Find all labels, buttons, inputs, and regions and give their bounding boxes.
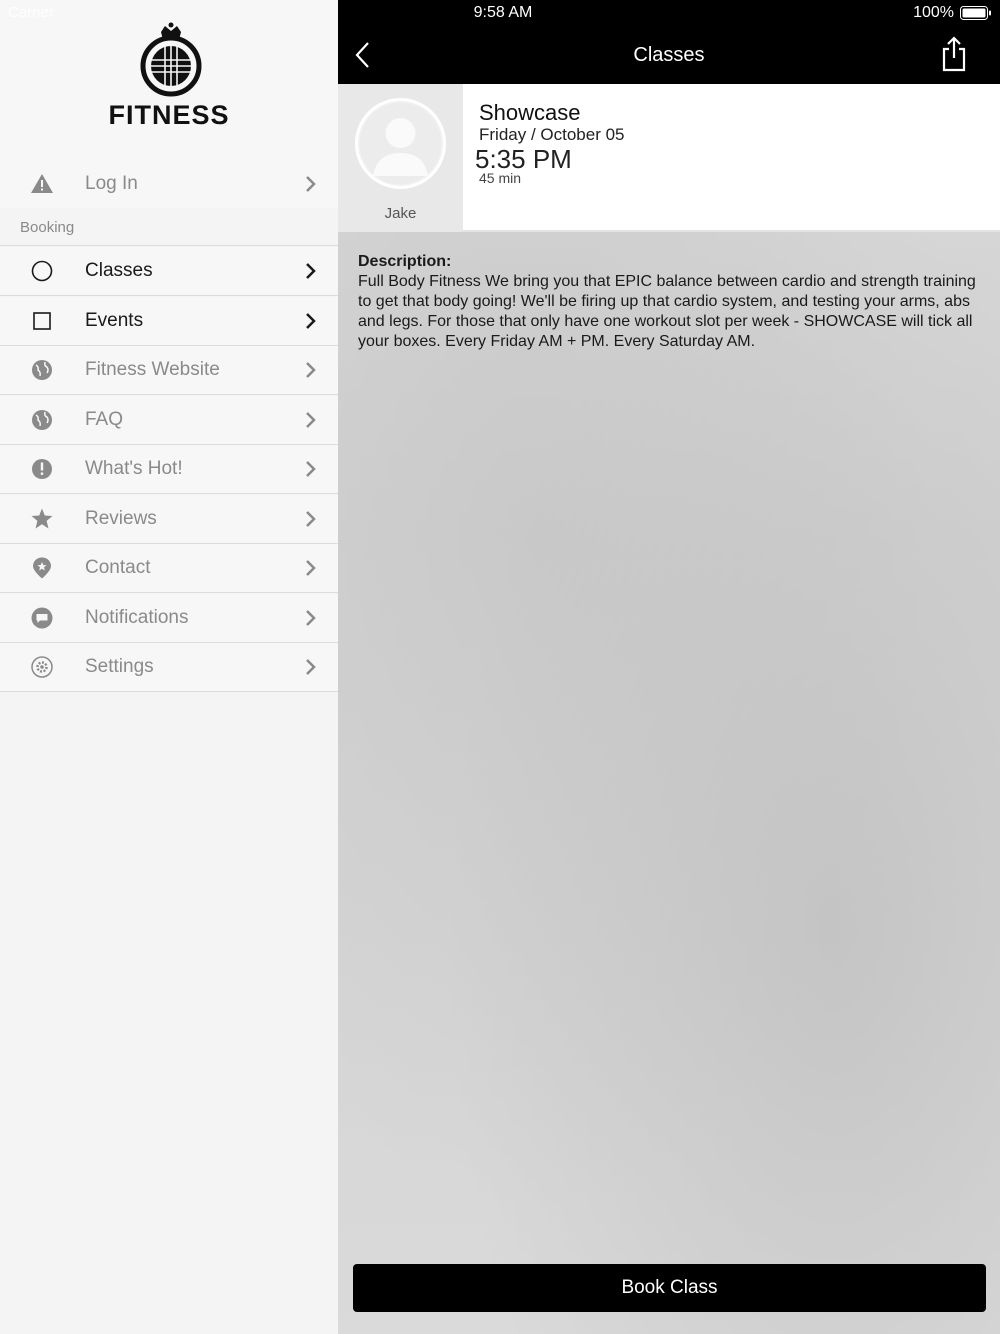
- section-header-booking: Booking: [0, 208, 338, 246]
- sidebar-item-events[interactable]: Events: [0, 297, 338, 346]
- description-text: Full Body Fitness We bring you that EPIC…: [358, 273, 976, 350]
- globe-icon: [32, 410, 52, 430]
- sidebar-item-label: FAQ: [85, 409, 124, 430]
- battery-percentage: 100%: [913, 4, 954, 21]
- class-duration: 45 min: [479, 170, 522, 186]
- navigation-bar: 9:58 AM 100% Classes: [338, 0, 1000, 84]
- class-detail-panel: 9:58 AM 100% Classes Jake Showcase Frida…: [338, 0, 1000, 1334]
- class-description: Description: Full Body Fitness We bring …: [358, 252, 978, 352]
- sidebar-item-label: Log In: [85, 173, 138, 194]
- logo-header: FITNESS: [0, 0, 338, 160]
- instructor-panel: Jake: [338, 84, 463, 232]
- star-icon: [31, 508, 53, 529]
- sidebar-item-label: Notifications: [85, 607, 189, 628]
- brand-logo-icon: [140, 22, 202, 97]
- sidebar-item-contact[interactable]: Contact: [0, 544, 338, 593]
- chevron-right-icon: [306, 263, 316, 279]
- section-label: Booking: [20, 219, 75, 236]
- square-icon: [33, 312, 51, 330]
- nav-title: Classes: [633, 44, 705, 66]
- chevron-right-icon: [306, 176, 316, 192]
- description-heading: Description:: [358, 253, 452, 270]
- instructor-name: Jake: [384, 205, 417, 222]
- class-title: Showcase: [479, 100, 581, 125]
- chevron-right-icon: [306, 461, 316, 477]
- chevron-right-icon: [306, 659, 316, 675]
- brand-name: FITNESS: [108, 100, 230, 130]
- exclamation-icon: [32, 459, 52, 479]
- chevron-right-icon: [306, 610, 316, 626]
- sidebar-item-label: Contact: [85, 557, 151, 578]
- sidebar-item-settings[interactable]: Settings: [0, 643, 338, 692]
- globe-icon: [32, 360, 52, 380]
- class-info-card: Jake Showcase Friday / October 05 5:35 P…: [338, 84, 1000, 232]
- status-time: 9:58 AM: [473, 4, 533, 21]
- class-date: Friday / October 05: [479, 125, 625, 144]
- circle-icon: [31, 260, 53, 282]
- sidebar-item-label: Events: [85, 310, 144, 331]
- chevron-right-icon: [306, 412, 316, 428]
- sidebar-item-reviews[interactable]: Reviews: [0, 495, 338, 544]
- sidebar-item-label: What's Hot!: [85, 458, 183, 479]
- sidebar-item-login[interactable]: Log In: [0, 160, 338, 209]
- sidebar-item-label: Reviews: [85, 508, 157, 529]
- sidebar-item-notifications[interactable]: Notifications: [0, 594, 338, 643]
- sidebar-item-fitness-website[interactable]: Fitness Website: [0, 346, 338, 395]
- side-menu: FITNESS Log In Booking Classes Events Fi…: [0, 0, 338, 1334]
- chevron-right-icon: [306, 511, 316, 527]
- share-icon[interactable]: [940, 36, 968, 72]
- sidebar-item-faq[interactable]: FAQ: [0, 396, 338, 445]
- sidebar-item-label: Settings: [85, 656, 154, 677]
- sidebar-item-label: Fitness Website: [85, 359, 220, 380]
- sidebar-item-classes[interactable]: Classes: [0, 247, 338, 296]
- gear-icon: [31, 656, 53, 678]
- status-carrier: Carrier: [8, 4, 54, 21]
- warning-icon: [31, 174, 53, 193]
- book-class-button[interactable]: Book Class: [353, 1264, 986, 1312]
- chevron-right-icon: [306, 313, 316, 329]
- sidebar-item-whats-hot[interactable]: What's Hot!: [0, 445, 338, 494]
- avatar-placeholder-icon: [355, 98, 446, 189]
- sidebar-item-label: Classes: [85, 260, 153, 281]
- chevron-right-icon: [306, 362, 316, 378]
- location-pin-icon: [33, 557, 51, 579]
- chevron-right-icon: [306, 560, 316, 576]
- battery-icon: [960, 6, 991, 20]
- chat-bubble-icon: [31, 607, 53, 629]
